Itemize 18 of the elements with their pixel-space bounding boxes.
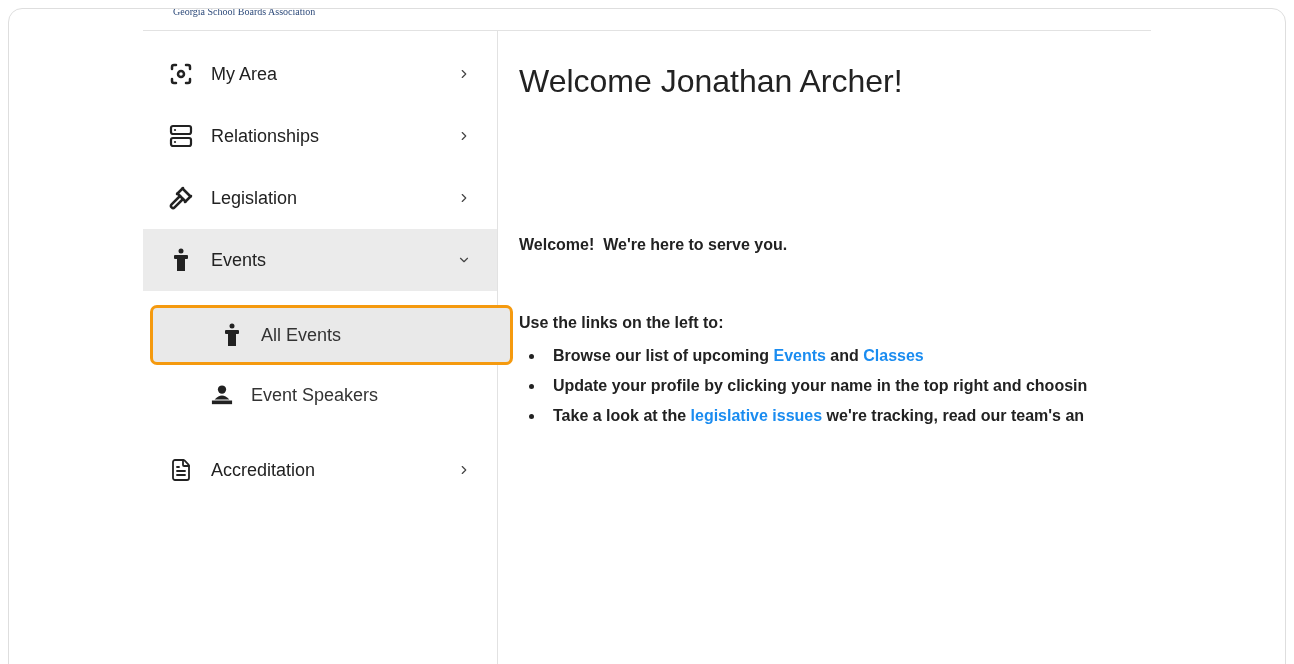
sidebar-item[interactable]: Legislation <box>143 167 497 229</box>
focus-icon <box>169 62 193 86</box>
sidebar-subitem[interactable]: Event Speakers <box>143 365 497 425</box>
sidebar-item[interactable]: Accreditation <box>143 439 497 501</box>
gavel-icon <box>169 186 193 210</box>
sidebar-item[interactable]: Events <box>143 229 497 291</box>
bullet-text: Update your profile by clicking your name in the top right and choosin <box>553 376 1088 396</box>
document-icon <box>169 458 193 482</box>
list-intro: Use the links on the left to: <box>519 313 725 333</box>
welcome-text: Welcome! We're here to serve you. <box>519 235 789 255</box>
sidebar-item[interactable]: Relationships <box>143 105 497 167</box>
server-icon <box>169 124 193 148</box>
speaker-at-desk-icon <box>211 383 233 407</box>
welcome-heading: Welcome Jonathan Archer! <box>519 62 904 101</box>
sidebar-subitem[interactable]: All Events <box>150 305 513 365</box>
bullet-text: Browse our list of upcoming Events and Classes <box>553 346 924 366</box>
sidebar-item[interactable]: My Area <box>143 43 497 105</box>
bullet-text: Take a look at the legislative issues we're tracking, read our team's an <box>553 406 1085 426</box>
